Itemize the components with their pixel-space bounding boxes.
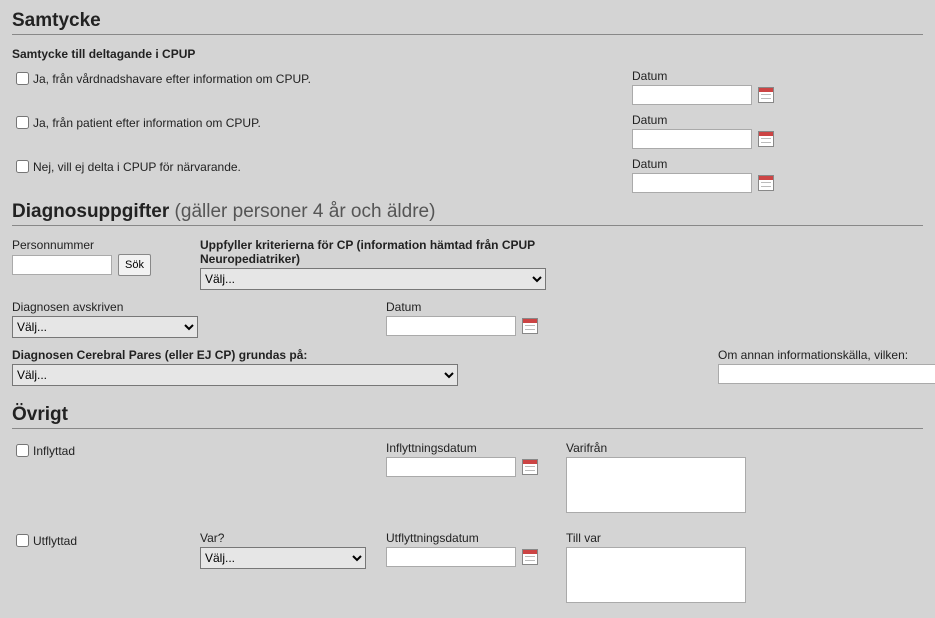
utflyttad-checkbox[interactable] (16, 534, 29, 547)
avskriven-label: Diagnosen avskriven (12, 300, 386, 314)
consent-decline-label: Nej, vill ej delta i CPUP för närvarande… (33, 160, 241, 174)
varifran-label: Varifrån (566, 441, 923, 455)
consent-row-guardian: Ja, från vårdnadshavare efter informatio… (12, 69, 923, 105)
samtycke-subheading: Samtycke till deltagande i CPUP (12, 47, 923, 61)
var-select[interactable]: Välj... (200, 547, 366, 569)
ovrigt-inflyttad-row: Inflyttad Inflyttningsdatum Varifrån (12, 441, 923, 513)
grund-select[interactable]: Välj... (12, 364, 458, 386)
section-title-ovrigt: Övrigt (12, 404, 923, 429)
ovrigt-title: Övrigt (12, 404, 68, 425)
diagnos-title: Diagnosuppgifter (12, 201, 169, 222)
consent-patient-datum-input[interactable] (632, 129, 752, 149)
consent-guardian-label: Ja, från vårdnadshavare efter informatio… (33, 72, 311, 86)
tillvar-textarea[interactable] (566, 547, 746, 603)
inflytt-datum-label: Inflyttningsdatum (386, 441, 566, 455)
consent-row-patient: Ja, från patient efter information om CP… (12, 113, 923, 149)
calendar-icon[interactable] (758, 87, 774, 103)
consent-guardian-datum-label: Datum (632, 69, 892, 83)
utflyttad-label: Utflyttad (33, 534, 77, 548)
consent-decline-checkbox[interactable] (16, 160, 29, 173)
consent-block: Ja, från vårdnadshavare efter informatio… (12, 69, 923, 193)
annan-label: Om annan informationskälla, vilken: (718, 348, 935, 362)
calendar-icon[interactable] (522, 318, 538, 334)
ovrigt-utflyttad-row: Utflyttad Var? Välj... Utflyttningsdatum… (12, 531, 923, 603)
personnummer-label: Personnummer (12, 238, 200, 252)
consent-patient-checkbox[interactable] (16, 116, 29, 129)
kriterier-select[interactable]: Välj... (200, 268, 546, 290)
diagnos-title-suffix: (gäller personer 4 år och äldre) (169, 201, 435, 222)
var-label: Var? (200, 531, 386, 545)
consent-decline-datum-input[interactable] (632, 173, 752, 193)
diag-datum-input[interactable] (386, 316, 516, 336)
kriterier-label: Uppfyller kriterierna för CP (informatio… (200, 238, 570, 266)
calendar-icon[interactable] (522, 459, 538, 475)
consent-patient-label: Ja, från patient efter information om CP… (33, 116, 261, 130)
calendar-icon[interactable] (758, 175, 774, 191)
personnummer-input[interactable] (12, 255, 112, 275)
section-title-text: Samtycke (12, 10, 101, 31)
consent-decline-datum-label: Datum (632, 157, 892, 171)
utflytt-datum-label: Utflyttningsdatum (386, 531, 566, 545)
section-title-diagnos: Diagnosuppgifter (gäller personer 4 år o… (12, 201, 923, 226)
sok-button[interactable]: Sök (118, 254, 151, 276)
tillvar-label: Till var (566, 531, 923, 545)
diagnos-grid: Personnummer Sök Uppfyller kriterierna f… (12, 238, 923, 386)
inflytt-datum-input[interactable] (386, 457, 516, 477)
consent-patient-datum-label: Datum (632, 113, 892, 127)
consent-guardian-checkbox[interactable] (16, 72, 29, 85)
diag-datum-label: Datum (386, 300, 538, 314)
section-title-samtycke: Samtycke (12, 10, 923, 35)
varifran-textarea[interactable] (566, 457, 746, 513)
calendar-icon[interactable] (522, 549, 538, 565)
consent-row-decline: Nej, vill ej delta i CPUP för närvarande… (12, 157, 923, 193)
consent-guardian-datum-input[interactable] (632, 85, 752, 105)
annan-input[interactable] (718, 364, 935, 384)
utflytt-datum-input[interactable] (386, 547, 516, 567)
inflyttad-label: Inflyttad (33, 444, 75, 458)
avskriven-select[interactable]: Välj... (12, 316, 198, 338)
inflyttad-checkbox[interactable] (16, 444, 29, 457)
grund-label: Diagnosen Cerebral Pares (eller EJ CP) g… (12, 348, 458, 362)
calendar-icon[interactable] (758, 131, 774, 147)
